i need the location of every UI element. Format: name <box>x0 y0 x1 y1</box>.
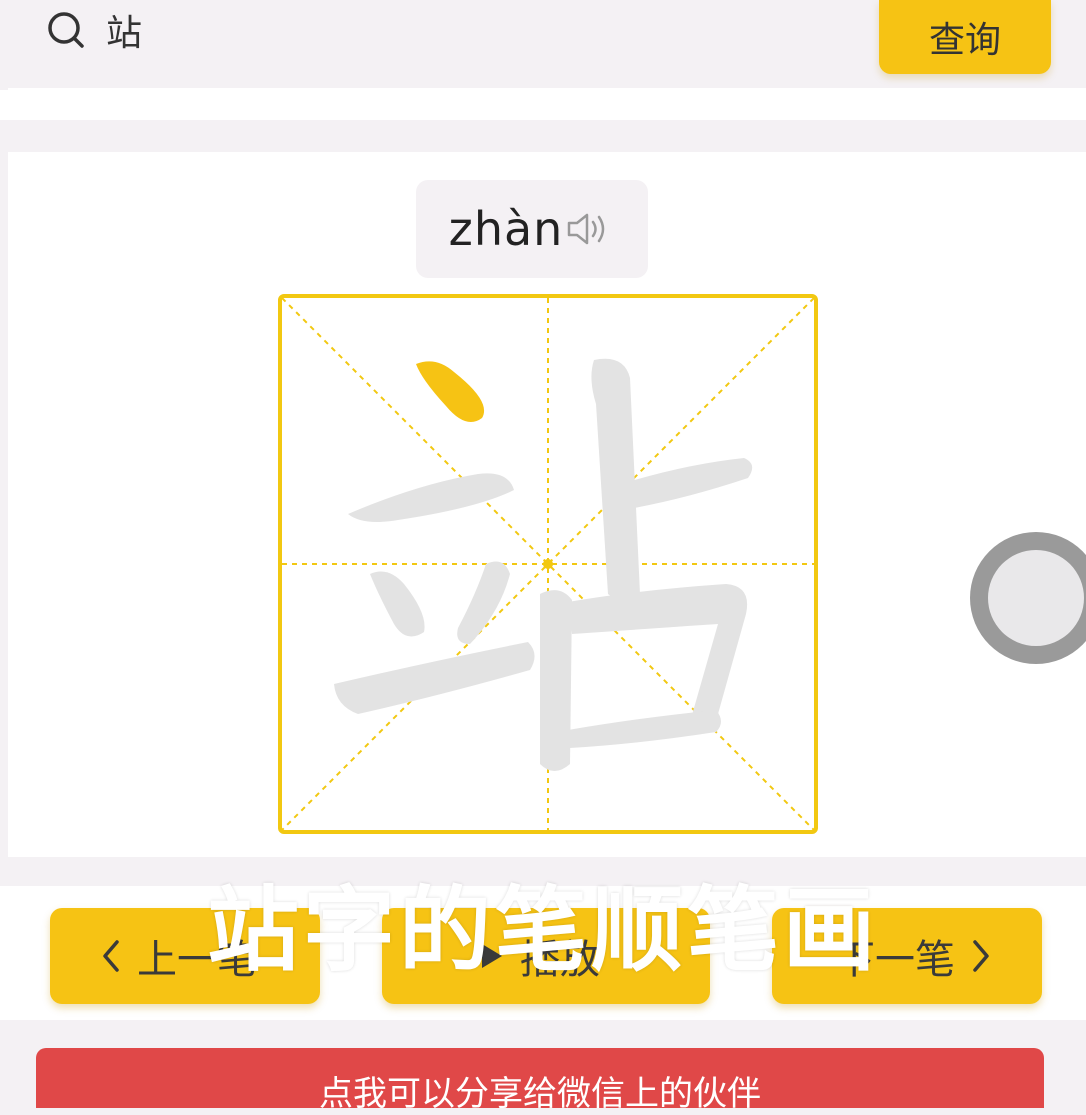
stroke-controls: 上一笔 播放 下一笔 <box>0 886 1086 1020</box>
character-card: zhàn <box>8 152 1086 857</box>
share-button[interactable]: 点我可以分享给微信上的伙伴 <box>36 1048 1044 1114</box>
grid-center-dot <box>543 559 553 569</box>
search-value: 站 <box>106 13 143 54</box>
speaker-icon <box>568 213 605 245</box>
share-label: 点我可以分享给微信上的伙伴 <box>319 1074 761 1114</box>
search-icon <box>48 12 84 48</box>
pinyin-text: zhàn <box>448 202 564 256</box>
search-bar: 站 查询 <box>8 0 1086 90</box>
search-input[interactable]: 站 <box>46 0 142 60</box>
next-stroke-button[interactable]: 下一笔 <box>772 908 1042 1004</box>
search-button[interactable]: 查询 <box>879 0 1051 74</box>
next-stroke-label: 下一笔 <box>835 937 955 983</box>
prev-stroke-button[interactable]: 上一笔 <box>50 908 320 1004</box>
prev-stroke-label: 上一笔 <box>137 937 257 983</box>
play-button[interactable]: 播放 <box>382 908 710 1004</box>
play-icon <box>482 944 502 968</box>
stroke-order-grid <box>278 294 818 834</box>
chevron-right-icon <box>973 940 989 972</box>
divider <box>0 90 1086 120</box>
character-canvas <box>278 294 818 834</box>
pinyin-button[interactable]: zhàn <box>416 180 648 278</box>
floating-action-inner <box>988 550 1084 646</box>
chevron-left-icon <box>103 940 119 972</box>
play-label: 播放 <box>520 937 600 983</box>
